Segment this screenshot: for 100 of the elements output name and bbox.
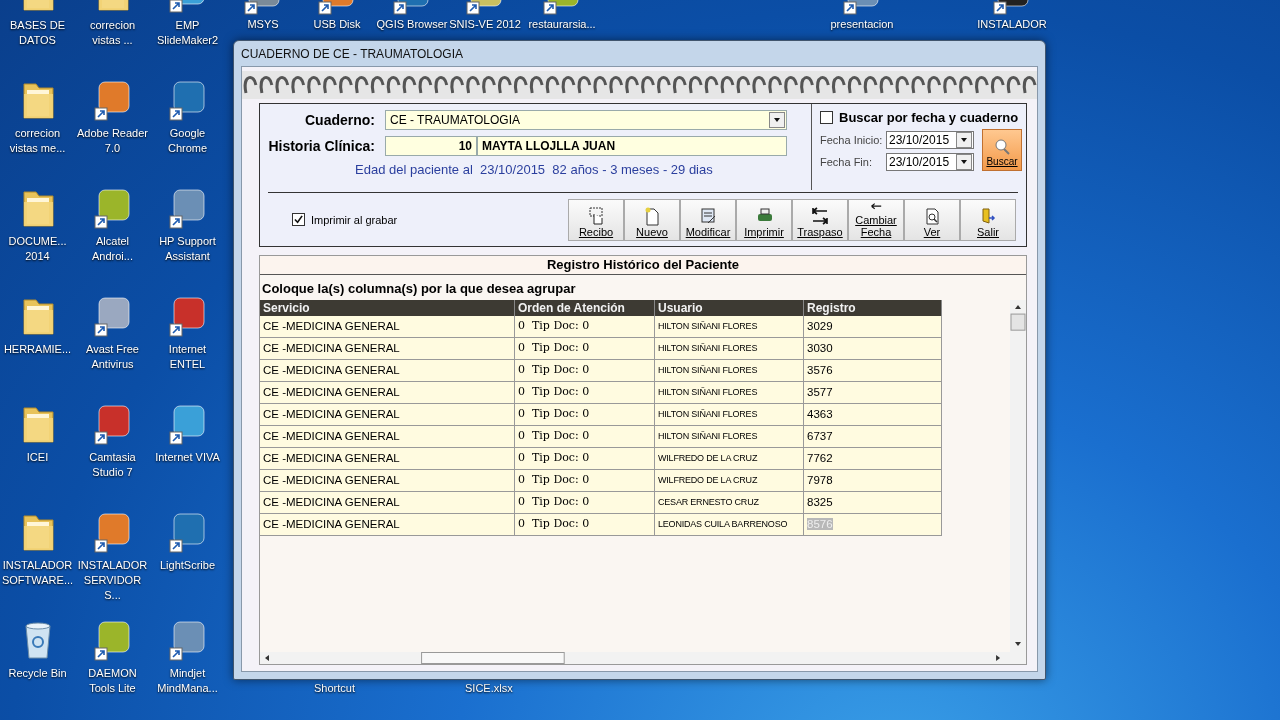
table-cell: HILTON SIÑANI FLORES [655,404,804,426]
patient-age-text: Edad del paciente al 23/10/2015 82 años - 3 meses - 29 dias [355,162,714,177]
table-cell: WILFREDO DE LA CRUZ [655,470,804,492]
desktop-icon-label[interactable]: restaurarsia... [528,18,596,30]
app-shortcut-icon[interactable] [167,510,208,554]
table-cell: CE -MEDICINA GENERAL [260,382,515,404]
desktop-icon-label[interactable]: DOCUME... 2014 [0,234,75,264]
desktop-icon-label[interactable]: Internet ENTEL [150,342,225,372]
desktop-icon-label[interactable]: HERRAMIE... [0,342,75,357]
column-header[interactable]: Registro [804,300,942,316]
group-hint-text: Coloque la(s) columna(s) por la que desea agrupar [261,280,577,298]
table-cell: 0 Tip Doc: 0 [515,382,655,404]
field-label: Fecha Fin: [820,156,873,168]
desktop-icon-label[interactable]: Google Chrome [150,126,225,156]
checkbox[interactable] [292,213,305,226]
desktop-icon-label[interactable]: Internet VIVA [150,450,225,465]
desktop-icon-label[interactable]: EMP SlideMaker2 [150,18,225,48]
dropdown-caret-icon[interactable] [956,154,972,170]
table-cell[interactable]: 3577 [804,382,942,404]
desktop-icon-label[interactable]: LightScribe [150,558,225,573]
toolbar-button[interactable]: Ver [904,198,960,241]
app-shortcut-icon[interactable] [92,618,133,662]
toolbar-button[interactable]: Cambiar Fecha [848,198,904,241]
desktop-icon-label[interactable]: correcion vistas ... [75,18,150,48]
desktop-icon-label[interactable]: MSYS [247,18,279,30]
app-shortcut-icon[interactable] [167,186,208,230]
table-cell[interactable]: 3576 [804,360,942,382]
table-cell[interactable]: 4363 [804,404,942,426]
table-cell: CESAR ERNESTO CRUZ [655,492,804,514]
desktop-icon-label[interactable]: Mindjet MindMana... [150,666,225,696]
checkbox-label: Imprimir al grabar [311,213,398,226]
vertical-scrollbar[interactable] [1010,300,1026,652]
desktop-icon-label[interactable]: Shortcut [314,682,355,694]
horizontal-scrollbar[interactable] [260,652,1026,664]
table-cell: 0 Tip Doc: 0 [515,360,655,382]
toolbar-button[interactable]: Nuevo [624,198,680,241]
field-label: Historia Clínica: [267,138,376,154]
desktop-icon-label[interactable]: correcion vistas me... [0,126,75,156]
desktop-icon-label[interactable]: Recycle Bin [0,666,75,681]
patient-name-field[interactable]: MAYTA LLOJLLA JUAN [477,136,787,156]
dropdown-caret-icon[interactable] [956,132,972,148]
toolbar-button[interactable]: Imprimir [736,198,792,241]
history-number-field[interactable]: 10 [385,136,477,156]
toolbar-button[interactable]: Modificar [680,198,736,241]
table-cell: CE -MEDICINA GENERAL [260,492,515,514]
desktop-icon-label[interactable]: INSTALADOR [977,18,1047,30]
desktop-icon-label[interactable]: presentacion [830,18,894,30]
table-cell[interactable]: 6737 [804,426,942,448]
table-cell: 0 Tip Doc: 0 [515,426,655,448]
table-cell[interactable]: 3029 [804,316,942,338]
table-cell[interactable]: 7762 [804,448,942,470]
column-header[interactable]: Usuario [655,300,804,316]
desktop-icon-label[interactable]: BASES DE DATOS [0,18,75,48]
desktop-icon-label[interactable]: DAEMON Tools Lite [75,666,150,696]
table-cell: LEONIDAS CUILA BARRENOSO [655,514,804,536]
cuaderno-dropdown[interactable]: CE - TRAUMATOLOGIA [385,110,787,130]
app-shortcut-icon[interactable] [167,78,208,122]
app-shortcut-icon[interactable] [167,618,208,662]
table-cell: HILTON SIÑANI FLORES [655,338,804,360]
window-title: CUADERNO DE CE - TRAUMATOLOGIA [241,46,464,61]
desktop-icon-label[interactable]: Camtasia Studio 7 [75,450,150,480]
checkbox[interactable] [820,111,833,124]
desktop-icon-label[interactable]: QGIS Browser [376,18,448,30]
table-cell[interactable]: 7978 [804,470,942,492]
desktop-icon-label[interactable]: Adobe Reader 7.0 [75,126,150,156]
table-cell[interactable]: 3030 [804,338,942,360]
table-cell: 0 Tip Doc: 0 [515,404,655,426]
app-shortcut-icon[interactable] [167,294,208,338]
app-shortcut-icon[interactable] [92,78,133,122]
desktop-icon-label[interactable]: Avast Free Antivirus [75,342,150,372]
app-shortcut-icon[interactable] [92,294,133,338]
date-picker[interactable]: 23/10/2015 [886,153,974,171]
table-cell: CE -MEDICINA GENERAL [260,514,515,536]
checkbox-label: Buscar por fecha y cuaderno [839,110,1019,125]
app-shortcut-icon[interactable] [92,402,133,446]
table-cell: 0 Tip Doc: 0 [515,448,655,470]
dropdown-caret-icon[interactable] [769,112,785,128]
search-button[interactable]: Buscar [982,129,1022,171]
desktop-icon-label[interactable]: ICEI [0,450,75,465]
app-shortcut-icon[interactable] [167,402,208,446]
toolbar-button[interactable]: Traspaso [792,198,848,241]
desktop-icon-label[interactable]: HP Support Assistant [150,234,225,264]
desktop-icon-label[interactable]: Alcatel Androi... [75,234,150,264]
table-cell: CE -MEDICINA GENERAL [260,470,515,492]
date-picker[interactable]: 23/10/2015 [886,131,974,149]
desktop-icon-label[interactable]: INSTALADOR SERVIDOR S... [75,558,150,603]
table-cell: 0 Tip Doc: 0 [515,316,655,338]
app-shortcut-icon[interactable] [92,510,133,554]
table-cell: 0 Tip Doc: 0 [515,514,655,536]
table-cell[interactable]: 8325 [804,492,942,514]
desktop-icon-label[interactable]: USB Disk [313,18,361,30]
toolbar-button[interactable]: Recibo [568,198,624,241]
column-header[interactable]: Orden de Atención [515,300,655,316]
desktop-icon-label[interactable]: SICE.xlsx [465,682,513,694]
app-shortcut-icon[interactable] [92,186,133,230]
table-cell: 0 Tip Doc: 0 [515,338,655,360]
column-header[interactable]: Servicio [260,300,515,316]
desktop-icon-label[interactable]: SNIS-VE 2012 [449,18,521,30]
desktop-icon-label[interactable]: INSTALADOR SOFTWARE... [0,558,75,588]
toolbar-button[interactable]: Salir [960,198,1016,241]
